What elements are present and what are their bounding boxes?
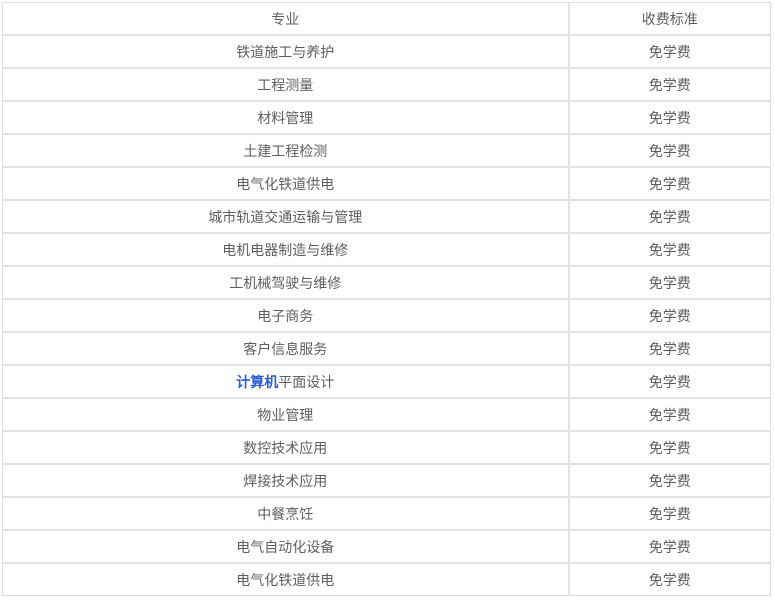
table-row: 客户信息服务 免学费 (2, 332, 771, 366)
cell-fee: 免学费 (568, 398, 771, 432)
table-row: 城市轨道交通运输与管理 免学费 (2, 200, 771, 234)
cell-major: 数控技术应用 (2, 431, 570, 465)
fee-label: 免学费 (648, 538, 691, 555)
cell-major: 工机械驾驶与维修 (2, 266, 570, 300)
cell-major: 电气化铁道供电 (2, 563, 570, 596)
cell-major: 电机电器制造与维修 (2, 233, 570, 267)
cell-major: 电气化铁道供电 (2, 167, 570, 201)
fee-label: 免学费 (648, 340, 691, 357)
fee-label: 免学费 (648, 109, 691, 126)
major-label-rest: 平面设计 (278, 373, 335, 390)
major-label: 工程测量 (257, 76, 314, 93)
cell-fee: 免学费 (568, 200, 771, 234)
major-label: 中餐烹饪 (257, 505, 314, 522)
major-label: 土建工程检测 (243, 142, 328, 159)
table-row: 计算机平面设计 免学费 (2, 365, 771, 399)
cell-major: 电子商务 (2, 299, 570, 333)
major-label: 城市轨道交通运输与管理 (208, 208, 363, 225)
major-label: 客户信息服务 (243, 340, 328, 357)
table-header: 专业 收费标准 (2, 2, 771, 36)
cell-fee: 免学费 (568, 464, 771, 498)
table-row: 工机械驾驶与维修 免学费 (2, 266, 771, 300)
column-header-fee: 收费标准 (568, 2, 771, 36)
major-label: 电机电器制造与维修 (222, 241, 349, 258)
table-row: 铁道施工与养护 免学费 (2, 35, 771, 69)
fee-label: 免学费 (648, 43, 691, 60)
table-row: 电气化铁道供电 免学费 (2, 563, 771, 596)
major-label: 物业管理 (257, 406, 314, 423)
cell-major: 中餐烹饪 (2, 497, 570, 531)
major-label: 电子商务 (257, 307, 314, 324)
fee-label: 免学费 (648, 439, 691, 456)
cell-major: 土建工程检测 (2, 134, 570, 168)
cell-major: 工程测量 (2, 68, 570, 102)
table-row: 土建工程检测 免学费 (2, 134, 771, 168)
cell-fee: 免学费 (568, 530, 771, 564)
cell-major: 城市轨道交通运输与管理 (2, 200, 570, 234)
major-label: 电气自动化设备 (236, 538, 335, 555)
fee-label: 免学费 (648, 373, 691, 390)
fee-label: 免学费 (648, 208, 691, 225)
cell-fee: 免学费 (568, 101, 771, 135)
cell-major: 计算机平面设计 (2, 365, 570, 399)
cell-fee: 免学费 (568, 563, 771, 596)
cell-fee: 免学费 (568, 332, 771, 366)
cell-fee: 免学费 (568, 68, 771, 102)
fee-table-container: 专业 收费标准 铁道施工与养护 免学费 工程测量 免学费 材料管理 免学费 土建工程检测 免学… (0, 0, 774, 600)
fee-label: 免学费 (648, 76, 691, 93)
cell-fee: 免学费 (568, 431, 771, 465)
cell-fee: 免学费 (568, 497, 771, 531)
cell-major: 材料管理 (2, 101, 570, 135)
table-body: 铁道施工与养护 免学费 工程测量 免学费 材料管理 免学费 土建工程检测 免学费 电气化铁道供电… (2, 35, 771, 596)
fee-label: 免学费 (648, 472, 691, 489)
cell-fee: 免学费 (568, 365, 771, 399)
cell-fee: 免学费 (568, 266, 771, 300)
fee-label: 免学费 (648, 241, 691, 258)
table-row: 电子商务 免学费 (2, 299, 771, 333)
major-label: 工机械驾驶与维修 (229, 274, 342, 291)
major-inline-link[interactable]: 计算机 (236, 374, 278, 390)
cell-major: 物业管理 (2, 398, 570, 432)
major-label: 电气化铁道供电 (236, 571, 335, 588)
cell-major: 电气自动化设备 (2, 530, 570, 564)
major-label: 数控技术应用 (243, 439, 328, 456)
cell-fee: 免学费 (568, 35, 771, 69)
table-row: 数控技术应用 免学费 (2, 431, 771, 465)
table-row: 物业管理 免学费 (2, 398, 771, 432)
table-row: 电气自动化设备 免学费 (2, 530, 771, 564)
fee-label: 免学费 (648, 571, 691, 588)
major-label: 材料管理 (257, 109, 314, 126)
table-header-row: 专业 收费标准 (2, 2, 771, 36)
table-row: 中餐烹饪 免学费 (2, 497, 771, 531)
cell-fee: 免学费 (568, 299, 771, 333)
fee-label: 免学费 (648, 505, 691, 522)
cell-fee: 免学费 (568, 167, 771, 201)
major-label: 铁道施工与养护 (236, 43, 335, 60)
table-row: 电气化铁道供电 免学费 (2, 167, 771, 201)
column-header-major: 专业 (2, 2, 570, 36)
majors-fee-table: 专业 收费标准 铁道施工与养护 免学费 工程测量 免学费 材料管理 免学费 土建工程检测 免学… (2, 2, 771, 596)
cell-major: 焊接技术应用 (2, 464, 570, 498)
cell-fee: 免学费 (568, 134, 771, 168)
cell-fee: 免学费 (568, 233, 771, 267)
table-row: 材料管理 免学费 (2, 101, 771, 135)
major-label: 电气化铁道供电 (236, 175, 335, 192)
fee-label: 免学费 (648, 307, 691, 324)
fee-label: 免学费 (648, 274, 691, 291)
cell-major: 铁道施工与养护 (2, 35, 570, 69)
table-row: 焊接技术应用 免学费 (2, 464, 771, 498)
major-label: 焊接技术应用 (243, 472, 328, 489)
fee-label: 免学费 (648, 175, 691, 192)
fee-label: 免学费 (648, 406, 691, 423)
fee-label: 免学费 (648, 142, 691, 159)
cell-major: 客户信息服务 (2, 332, 570, 366)
table-row: 电机电器制造与维修 免学费 (2, 233, 771, 267)
table-row: 工程测量 免学费 (2, 68, 771, 102)
